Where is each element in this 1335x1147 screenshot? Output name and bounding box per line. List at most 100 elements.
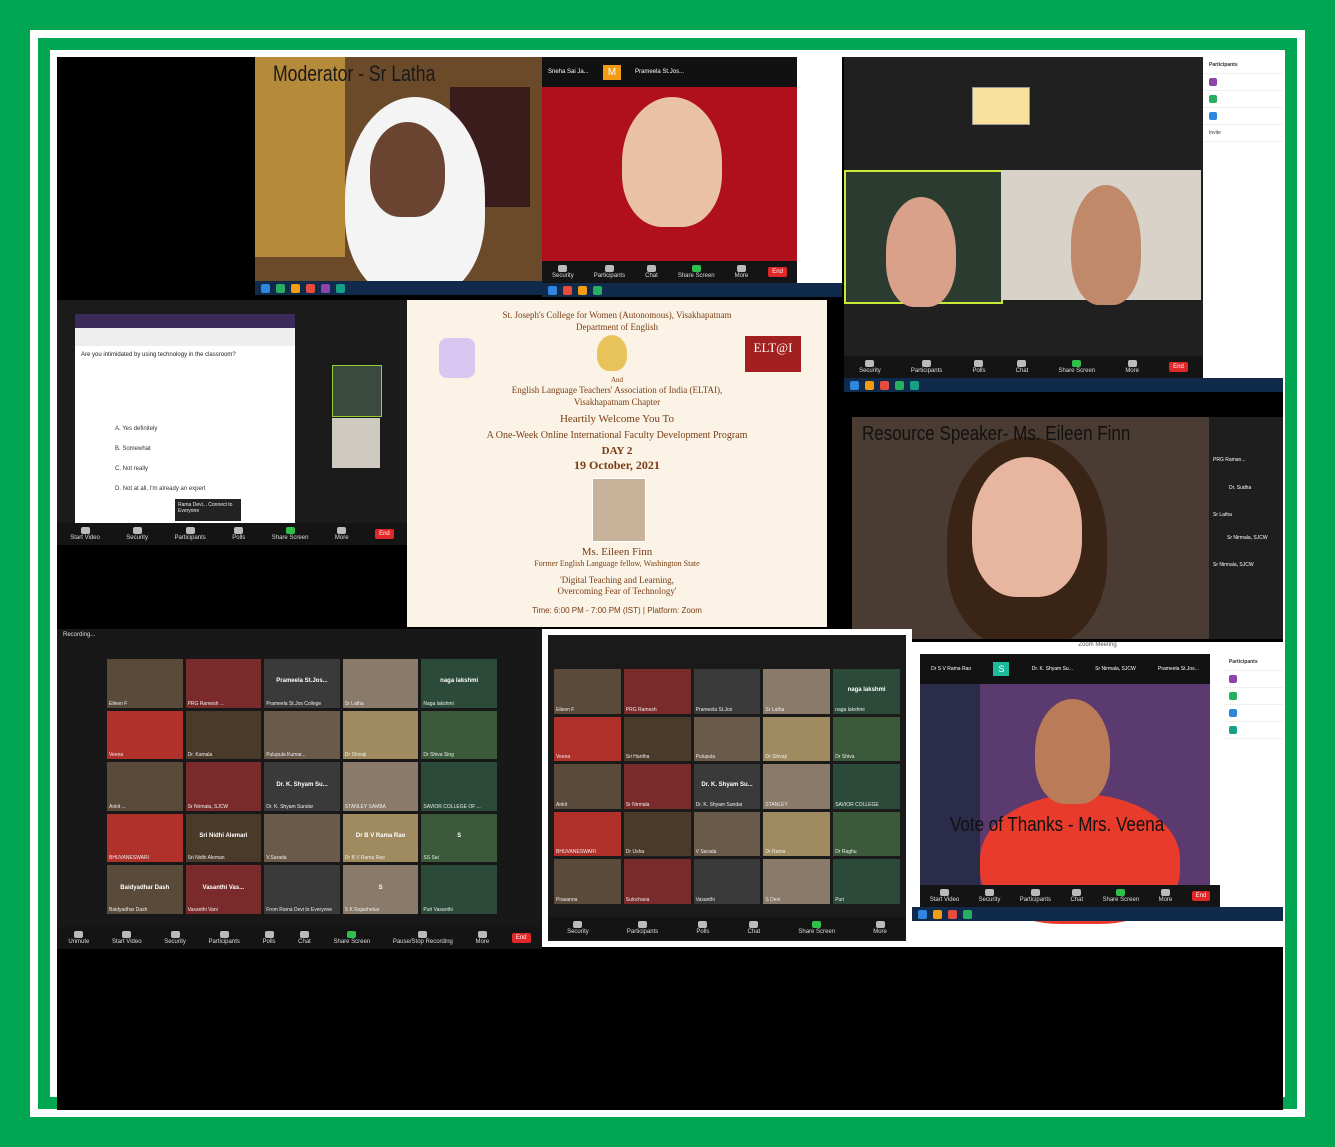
- gallery-left-end-button[interactable]: End: [511, 933, 531, 943]
- participant-tile[interactable]: PRG Ramesh: [623, 669, 691, 714]
- participant-tile[interactable]: S Devi: [763, 859, 831, 904]
- participant-tile[interactable]: PRG Ramesh ...: [185, 659, 262, 708]
- poll-chat-popup[interactable]: Rama Devi... Connect to Everyone: [175, 499, 241, 521]
- participant-tile[interactable]: Baidyadhar Dash Baidyadhar Dash: [107, 865, 183, 914]
- participant-tile[interactable]: S SS Sai: [421, 813, 497, 863]
- participant-tile[interactable]: V.Sarada: [264, 813, 340, 863]
- participant-tile[interactable]: Dr Raghu: [833, 811, 900, 857]
- participant-tile[interactable]: Sr Nirmala: [623, 764, 691, 809]
- poll-option-a[interactable]: A. Yes definitely: [115, 419, 206, 439]
- top-right-share-button[interactable]: Share Screen: [1058, 360, 1095, 374]
- poll-more-button[interactable]: More: [335, 527, 349, 541]
- participant-tile[interactable]: Sri Nidhi Alemari Sri Nidhi Aleman: [185, 813, 262, 863]
- participant-tile[interactable]: Eileen F: [554, 669, 621, 714]
- participant-tile[interactable]: Dr. K. Shyam Su... Dr. K. Shyam Sundar: [264, 762, 340, 811]
- participant-tile[interactable]: STANLEY: [763, 764, 831, 809]
- top-right-sidebar-row[interactable]: [1203, 74, 1283, 91]
- veena-more-button[interactable]: More: [1159, 889, 1172, 903]
- participant-tile[interactable]: Dr Shiva: [833, 716, 900, 762]
- participant-tile[interactable]: SAVIOR COLLEGE: [833, 764, 900, 809]
- poll-option-c[interactable]: C. Not really: [115, 459, 206, 479]
- veena-sidebar-row[interactable]: [1223, 705, 1283, 722]
- gallery-left-record-button[interactable]: Pause/Stop Recording: [393, 931, 453, 945]
- veena-share-button[interactable]: Share Screen: [1103, 889, 1139, 903]
- participant-tile[interactable]: naga lakshmi Naga lakshmi: [421, 659, 497, 708]
- gallery-mid-more-button[interactable]: More: [873, 921, 887, 935]
- gallery-left-more-button[interactable]: More: [476, 931, 489, 945]
- gallery-mid-polls-button[interactable]: Polls: [696, 921, 709, 935]
- participant-tile[interactable]: S S K Rajashekar: [342, 865, 419, 914]
- top-right-security-button[interactable]: Security: [859, 360, 881, 374]
- top-right-invite[interactable]: Invite: [1203, 125, 1283, 142]
- poll-option-b[interactable]: B. Somewhat: [115, 439, 206, 459]
- poll-participants-button[interactable]: Participants: [174, 527, 206, 541]
- gallery-left-participants-button[interactable]: Participants: [209, 931, 240, 945]
- participant-tile[interactable]: Puri: [833, 859, 900, 904]
- top-right-polls-button[interactable]: Polls: [972, 360, 985, 374]
- participant-tile[interactable]: Sr Latha: [763, 669, 831, 714]
- host-top-security-button[interactable]: Security: [552, 265, 574, 279]
- participant-tile[interactable]: Dr Shiva Sing: [421, 710, 497, 760]
- participant-tile[interactable]: Sri Haritha: [623, 716, 691, 762]
- participant-tile[interactable]: Veena: [554, 716, 621, 762]
- host-top-more-button[interactable]: More: [735, 265, 748, 279]
- participant-tile[interactable]: From Rama Devi to Everyone: [264, 865, 340, 914]
- participant-tile[interactable]: Dr Shivaji: [763, 716, 831, 762]
- participant-tile[interactable]: Dr. Kamala: [185, 710, 262, 760]
- poll-start-video-button[interactable]: Start Video: [70, 527, 100, 541]
- veena-chat-button[interactable]: Chat: [1070, 889, 1083, 903]
- veena-security-button[interactable]: Security: [979, 889, 1000, 903]
- host-top-participants-button[interactable]: Participants: [594, 265, 625, 279]
- participant-tile[interactable]: Vasanthi Vas... Vasanthi Vani: [185, 865, 262, 914]
- top-right-chat-button[interactable]: Chat: [1016, 360, 1028, 374]
- top-right-sidebar-row[interactable]: [1203, 91, 1283, 108]
- host-top-end-button[interactable]: End: [768, 267, 787, 277]
- participant-tile[interactable]: Prameela St.Jos: [693, 669, 761, 714]
- gallery-mid-chat-button[interactable]: Chat: [748, 921, 760, 935]
- participant-tile[interactable]: V Sarada: [693, 811, 761, 857]
- veena-sidebar-row[interactable]: [1223, 688, 1283, 705]
- participant-tile[interactable]: BHUVANESWARI: [554, 811, 621, 857]
- top-right-sidebar-row[interactable]: [1203, 108, 1283, 125]
- top-right-more-button[interactable]: More: [1125, 360, 1139, 374]
- participant-tile[interactable]: Ankit ...: [107, 762, 183, 811]
- participant-tile[interactable]: Veena: [107, 710, 183, 760]
- participant-tile[interactable]: Puri Vasanthi: [421, 865, 497, 914]
- veena-end-button[interactable]: End: [1191, 891, 1211, 901]
- participant-tile[interactable]: Prasanna: [554, 859, 621, 904]
- gallery-mid-security-button[interactable]: Security: [567, 921, 589, 935]
- poll-option-d[interactable]: D. Not at all, I'm already an expert: [115, 479, 206, 499]
- participant-tile[interactable]: Ankit: [554, 764, 621, 809]
- poll-end-button[interactable]: End: [375, 529, 394, 539]
- participant-tile[interactable]: Dr B V Rama Rao Dr B V Rama Rao: [342, 813, 419, 863]
- participant-tile[interactable]: Vasanthi: [693, 859, 761, 904]
- participant-tile[interactable]: Dr Shivaji: [342, 710, 419, 760]
- gallery-mid-participants-button[interactable]: Participants: [627, 921, 658, 935]
- gallery-left-share-button[interactable]: Share Screen: [334, 931, 370, 945]
- participant-tile[interactable]: Eileen F: [107, 659, 183, 708]
- participant-tile[interactable]: Dr Usha: [623, 811, 691, 857]
- veena-sidebar-row[interactable]: [1223, 722, 1283, 739]
- gallery-left-security-button[interactable]: Security: [164, 931, 186, 945]
- participant-tile[interactable]: STANLEY SAMBA: [342, 762, 419, 811]
- participant-tile[interactable]: Sulochana: [623, 859, 691, 904]
- poll-polls-button[interactable]: Polls: [232, 527, 245, 541]
- top-right-end-button[interactable]: End: [1169, 362, 1188, 372]
- participant-tile[interactable]: Sr Latha: [342, 659, 419, 708]
- veena-video-button[interactable]: Start Video: [930, 889, 959, 903]
- poll-share-button[interactable]: Share Screen: [272, 527, 308, 541]
- host-top-share-button[interactable]: Share Screen: [678, 265, 715, 279]
- participant-tile[interactable]: Sr Nirmala, SJCW: [185, 762, 262, 811]
- participant-tile[interactable]: Dr. K. Shyam Su... Dr. K. Shyam Sundar: [693, 764, 761, 809]
- poll-security-button[interactable]: Security: [126, 527, 148, 541]
- participant-tile[interactable]: Prameela St.Jos... Prameela St.Jos Colleg…: [264, 659, 340, 708]
- participant-tile[interactable]: Dr Rama: [763, 811, 831, 857]
- veena-sidebar-row[interactable]: [1223, 671, 1283, 688]
- gallery-left-chat-button[interactable]: Chat: [298, 931, 311, 945]
- gallery-left-video-button[interactable]: Start Video: [112, 931, 142, 945]
- participant-tile[interactable]: Pulupula: [693, 716, 761, 762]
- gallery-left-unmute-button[interactable]: Unmute: [68, 931, 89, 945]
- host-top-chat-button[interactable]: Chat: [645, 265, 658, 279]
- participant-tile[interactable]: SAVIOR COLLEGE OF ...: [421, 762, 497, 811]
- participant-tile[interactable]: naga lakshmi naga lakshmi: [833, 669, 900, 714]
